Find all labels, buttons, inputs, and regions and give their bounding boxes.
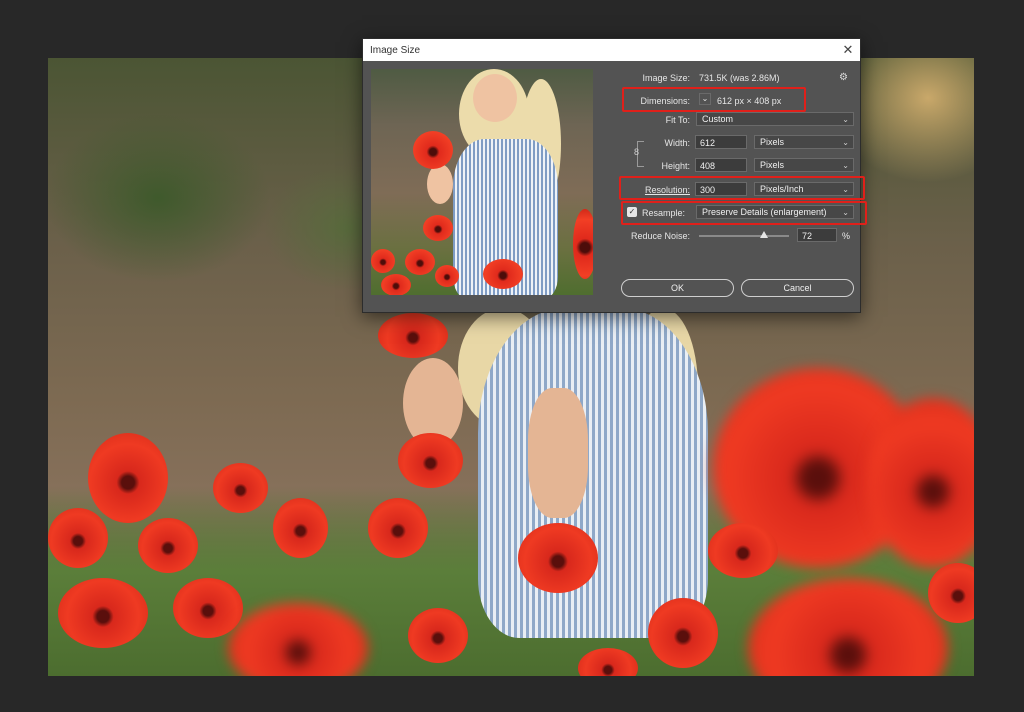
height-unit-value: Pixels bbox=[760, 160, 785, 170]
chevron-down-icon: ⌄ bbox=[842, 115, 849, 124]
width-label: Width: bbox=[664, 138, 690, 148]
fit-to-select[interactable]: Custom ⌄ bbox=[696, 112, 854, 126]
preview-poppy bbox=[381, 274, 411, 295]
height-label: Height: bbox=[661, 161, 690, 171]
image-size-label: Image Size: bbox=[642, 73, 690, 83]
width-input[interactable]: 612 bbox=[695, 135, 747, 149]
height-input[interactable]: 408 bbox=[695, 158, 747, 172]
photo-poppy bbox=[518, 523, 598, 593]
preview-poppy bbox=[371, 249, 395, 273]
photo-arm-right bbox=[528, 388, 588, 518]
preview-poppy bbox=[423, 215, 453, 241]
photo-poppy bbox=[378, 313, 448, 358]
photo-poppy bbox=[368, 498, 428, 558]
photo-poppy bbox=[173, 578, 243, 638]
dialog-title: Image Size bbox=[370, 45, 421, 56]
reduce-noise-unit: % bbox=[842, 231, 851, 241]
photo-poppy bbox=[398, 433, 463, 488]
preview-poppy bbox=[573, 209, 593, 279]
image-preview[interactable] bbox=[371, 69, 593, 295]
dimensions-highlight bbox=[622, 87, 806, 112]
link-icon[interactable]: 8 bbox=[634, 147, 639, 157]
photo-poppy bbox=[138, 518, 198, 573]
gear-icon[interactable]: ⚙ bbox=[839, 72, 848, 83]
photo-dress bbox=[478, 308, 708, 638]
photo-poppy bbox=[273, 498, 328, 558]
preview-arm bbox=[427, 164, 453, 204]
width-unit-select[interactable]: Pixels ⌄ bbox=[754, 135, 854, 149]
photo-poppy bbox=[88, 433, 168, 523]
photo-poppy bbox=[213, 463, 268, 513]
preview-poppy bbox=[483, 259, 523, 289]
image-size-value: 731.5K (was 2.86M) bbox=[699, 73, 780, 83]
fit-to-label: Fit To: bbox=[665, 115, 690, 125]
photo-poppy bbox=[48, 508, 108, 568]
close-icon[interactable]: ✕ bbox=[840, 42, 856, 58]
height-unit-select[interactable]: Pixels ⌄ bbox=[754, 158, 854, 172]
photo-poppy bbox=[408, 608, 468, 663]
image-size-dialog: Image Size ✕ Image Size: 731.5K (was 2.8… bbox=[362, 38, 867, 313]
preview-face bbox=[473, 74, 517, 122]
chevron-down-icon: ⌄ bbox=[842, 138, 849, 147]
dialog-titlebar[interactable]: Image Size ✕ bbox=[363, 39, 860, 61]
preview-poppy bbox=[413, 131, 453, 169]
photo-poppy bbox=[648, 598, 718, 668]
reduce-noise-slider-handle[interactable] bbox=[759, 231, 768, 238]
resample-highlight bbox=[621, 201, 867, 225]
cancel-button[interactable]: Cancel bbox=[741, 279, 854, 297]
photo-poppy bbox=[58, 578, 148, 648]
preview-poppy bbox=[435, 265, 459, 287]
reduce-noise-label: Reduce Noise: bbox=[630, 231, 690, 241]
width-unit-value: Pixels bbox=[760, 137, 785, 147]
chevron-down-icon: ⌄ bbox=[842, 161, 849, 170]
reduce-noise-slider-track[interactable] bbox=[699, 235, 789, 237]
reduce-noise-input[interactable]: 72 bbox=[797, 228, 837, 242]
photo-poppy bbox=[708, 523, 778, 578]
preview-poppy bbox=[405, 249, 435, 275]
fit-to-value: Custom bbox=[702, 114, 734, 124]
resolution-highlight bbox=[619, 176, 865, 200]
ok-button[interactable]: OK bbox=[621, 279, 734, 297]
